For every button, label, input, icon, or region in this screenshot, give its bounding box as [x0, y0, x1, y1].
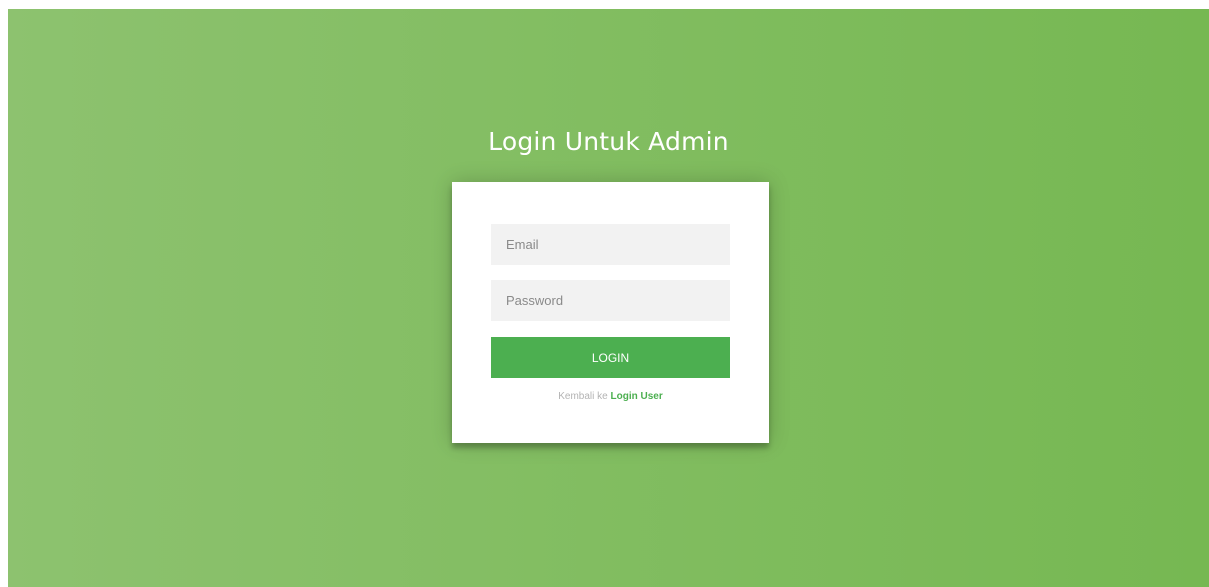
- back-to-user-login-message: Kembali ke Login User: [452, 391, 769, 402]
- password-field[interactable]: [491, 280, 730, 321]
- email-field[interactable]: [491, 224, 730, 265]
- page-title: Login Untuk Admin: [488, 127, 729, 156]
- page-background: Login Untuk Admin LOGIN Kembali ke Login…: [8, 9, 1209, 587]
- login-user-link[interactable]: Login User: [611, 391, 663, 402]
- footer-prefix-text: Kembali ke: [558, 391, 608, 402]
- login-button[interactable]: LOGIN: [491, 337, 730, 378]
- login-form: LOGIN Kembali ke Login User: [452, 182, 769, 443]
